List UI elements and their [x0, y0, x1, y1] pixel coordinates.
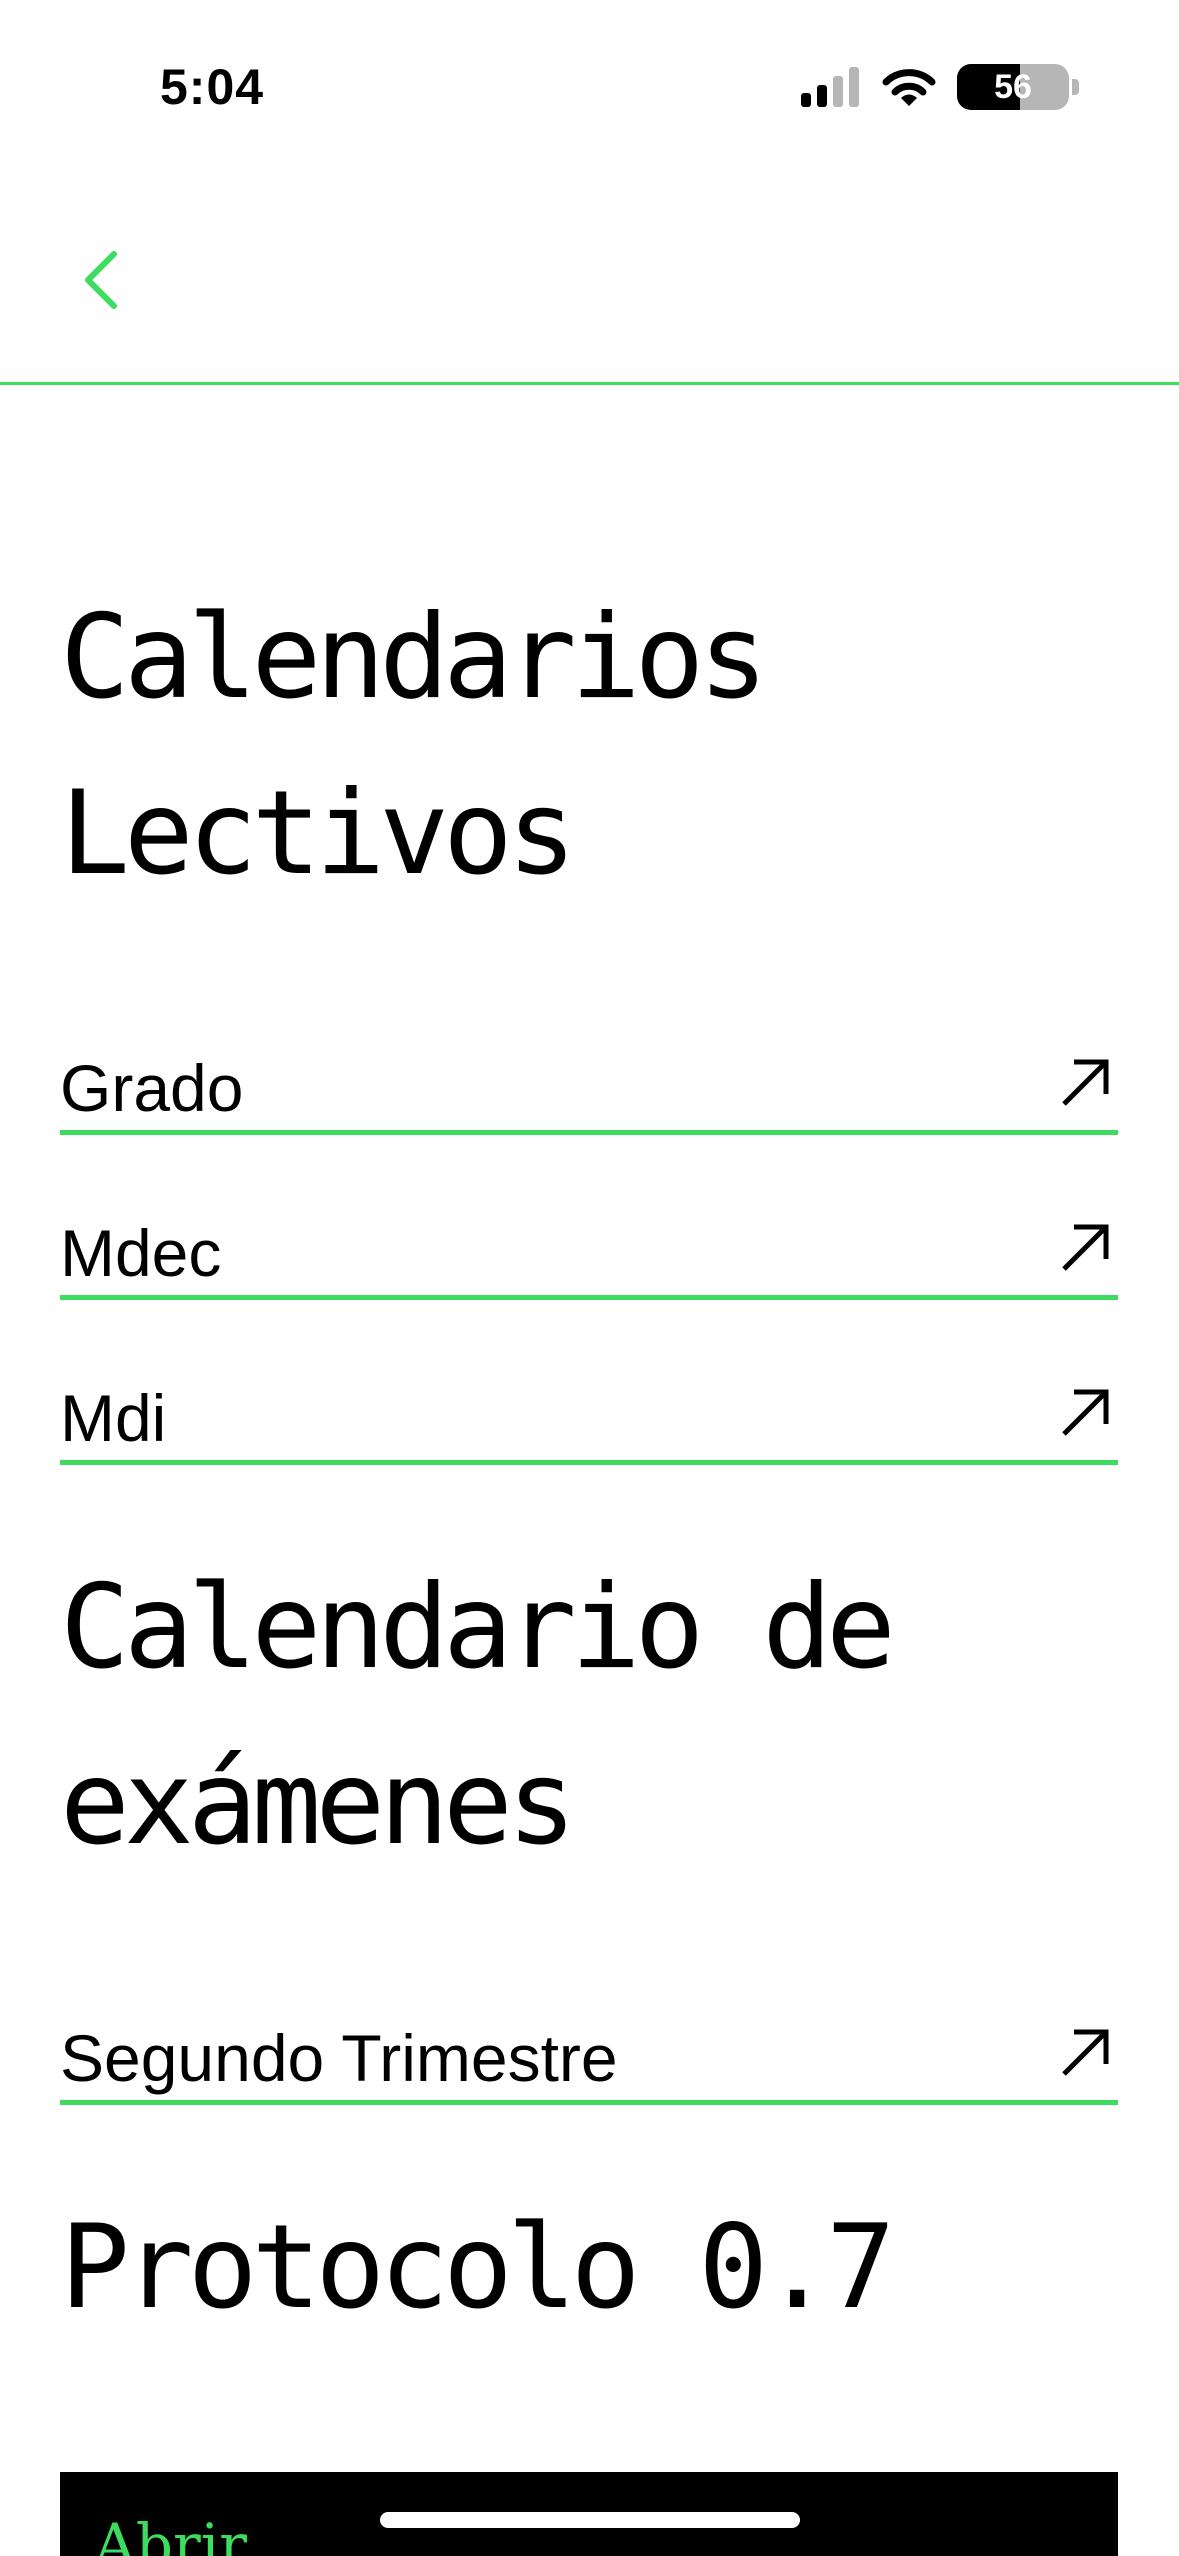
link-label: Segundo Trimestre — [60, 2021, 618, 2095]
link-mdec[interactable]: Mdec — [60, 1205, 1118, 1300]
link-label: Grado — [60, 1051, 244, 1125]
arrow-up-right-icon — [1062, 1224, 1109, 1271]
arrow-up-right-icon — [1062, 1059, 1109, 1106]
battery-level: 56 — [994, 68, 1032, 106]
back-button[interactable] — [62, 240, 142, 320]
section-title-lectivos-line2: Lectivos — [60, 766, 577, 901]
section-title-examenes-line1: Calendario de — [60, 1560, 896, 1695]
wifi-icon — [882, 69, 936, 106]
home-indicator[interactable] — [380, 2512, 800, 2528]
link-label: Mdi — [60, 1381, 167, 1455]
status-bar: 5:04 56 — [0, 0, 1179, 170]
chevron-left-icon — [85, 251, 117, 309]
section-title-lectivos-line1: Calendarios — [60, 590, 768, 725]
section-title-protocolo: Protocolo 0.7 — [60, 2200, 896, 2335]
arrow-up-right-icon — [1062, 1389, 1109, 1436]
cellular-signal-icon — [801, 67, 859, 107]
status-time: 5:04 — [160, 59, 265, 115]
link-grado[interactable]: Grado — [60, 1040, 1118, 1135]
link-segundo-trimestre[interactable]: Segundo Trimestre — [60, 2010, 1118, 2105]
section-title-examenes-line2: exámenes — [60, 1736, 577, 1871]
link-label: Mdec — [60, 1216, 222, 1290]
nav-bar — [0, 170, 1179, 385]
status-icons: 56 — [801, 62, 1079, 112]
open-label: Abrir — [94, 2511, 248, 2556]
link-mdi[interactable]: Mdi — [60, 1370, 1118, 1465]
arrow-up-right-icon — [1062, 2029, 1109, 2076]
battery-indicator: 56 — [957, 64, 1079, 110]
